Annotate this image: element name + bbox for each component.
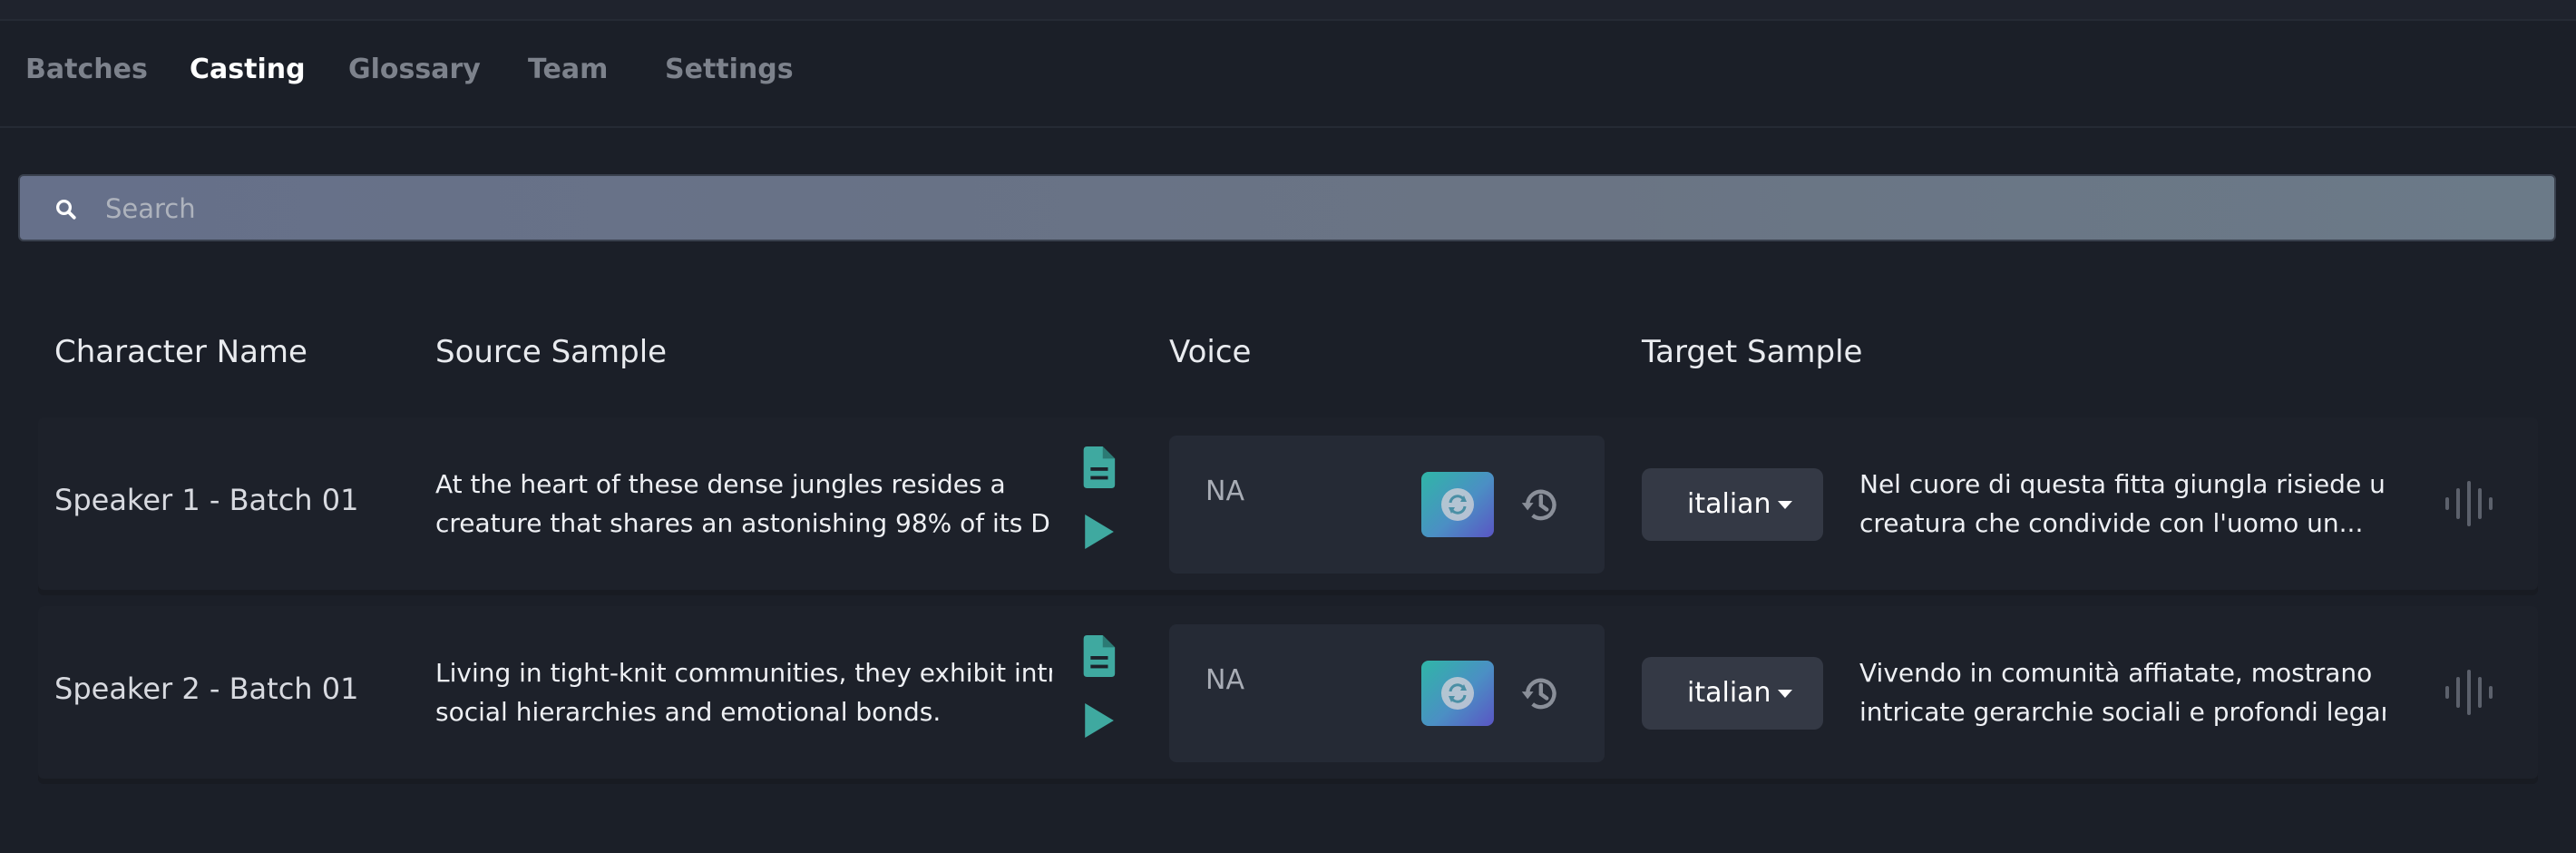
voice-value: NA xyxy=(1205,476,1244,507)
caret-down-icon xyxy=(1778,501,1792,509)
target-line: intricate gerarchie sociali e profondi l… xyxy=(1859,697,2386,727)
language-value: italian xyxy=(1687,488,1771,520)
source-line: At the heart of these dense jungles resi… xyxy=(435,469,1006,499)
nav-tabs: Batches Casting Glossary Team Settings xyxy=(0,21,2576,128)
refresh-icon xyxy=(1441,488,1474,521)
voice-value: NA xyxy=(1205,664,1244,696)
waveform-icon[interactable] xyxy=(2444,481,2494,526)
language-select[interactable]: italian xyxy=(1642,468,1823,541)
search-icon xyxy=(56,200,76,220)
header-target-sample: Target Sample xyxy=(1642,334,1863,370)
tab-casting[interactable]: Casting xyxy=(190,54,306,85)
target-line: Nel cuore di questa fitta giungla risied… xyxy=(1859,469,2386,499)
table-row: Speaker 2 - Batch 01 Living in tight-kni… xyxy=(38,606,2538,779)
tab-settings[interactable]: Settings xyxy=(665,54,794,85)
target-sample: Vivendo in comunità affiatate, mostrano … xyxy=(1859,653,2386,731)
regenerate-voice-button[interactable] xyxy=(1421,661,1494,726)
caret-down-icon xyxy=(1778,690,1792,698)
target-sample: Nel cuore di questa fitta giungla risied… xyxy=(1859,465,2386,543)
source-sample: At the heart of these dense jungles resi… xyxy=(435,465,1052,543)
source-line: Living in tight-knit communities, they e… xyxy=(435,658,1052,688)
voice-cell: NA xyxy=(1169,436,1605,574)
document-icon[interactable] xyxy=(1079,446,1116,488)
regenerate-voice-button[interactable] xyxy=(1421,472,1494,537)
header-source-sample: Source Sample xyxy=(435,334,668,370)
refresh-icon xyxy=(1441,677,1474,710)
character-name: Speaker 1 - Batch 01 xyxy=(54,483,359,517)
source-line: creature that shares an astonishing 98% … xyxy=(435,508,1052,538)
tab-team[interactable]: Team xyxy=(528,54,608,85)
history-icon[interactable] xyxy=(1519,485,1559,525)
target-line: creatura che condivide con l'uomo un... xyxy=(1859,508,2364,538)
language-value: italian xyxy=(1687,677,1771,709)
waveform-icon[interactable] xyxy=(2444,670,2494,715)
document-icon[interactable] xyxy=(1079,635,1116,677)
header-voice: Voice xyxy=(1169,334,1252,370)
table-row: Speaker 1 - Batch 01 At the heart of the… xyxy=(38,417,2538,590)
search-input[interactable] xyxy=(105,185,2518,232)
language-select[interactable]: italian xyxy=(1642,657,1823,730)
play-icon[interactable] xyxy=(1081,512,1116,552)
target-line: Vivendo in comunità affiatate, mostrano xyxy=(1859,658,2373,688)
history-icon[interactable] xyxy=(1519,673,1559,713)
source-line: social hierarchies and emotional bonds. xyxy=(435,697,942,727)
play-icon[interactable] xyxy=(1081,701,1116,740)
top-bar xyxy=(0,0,2576,21)
header-character-name: Character Name xyxy=(54,334,307,370)
character-name: Speaker 2 - Batch 01 xyxy=(54,672,359,706)
search-bar xyxy=(18,174,2556,241)
voice-cell: NA xyxy=(1169,624,1605,762)
source-sample: Living in tight-knit communities, they e… xyxy=(435,653,1052,731)
tab-glossary[interactable]: Glossary xyxy=(348,54,481,85)
tab-batches[interactable]: Batches xyxy=(25,54,148,85)
